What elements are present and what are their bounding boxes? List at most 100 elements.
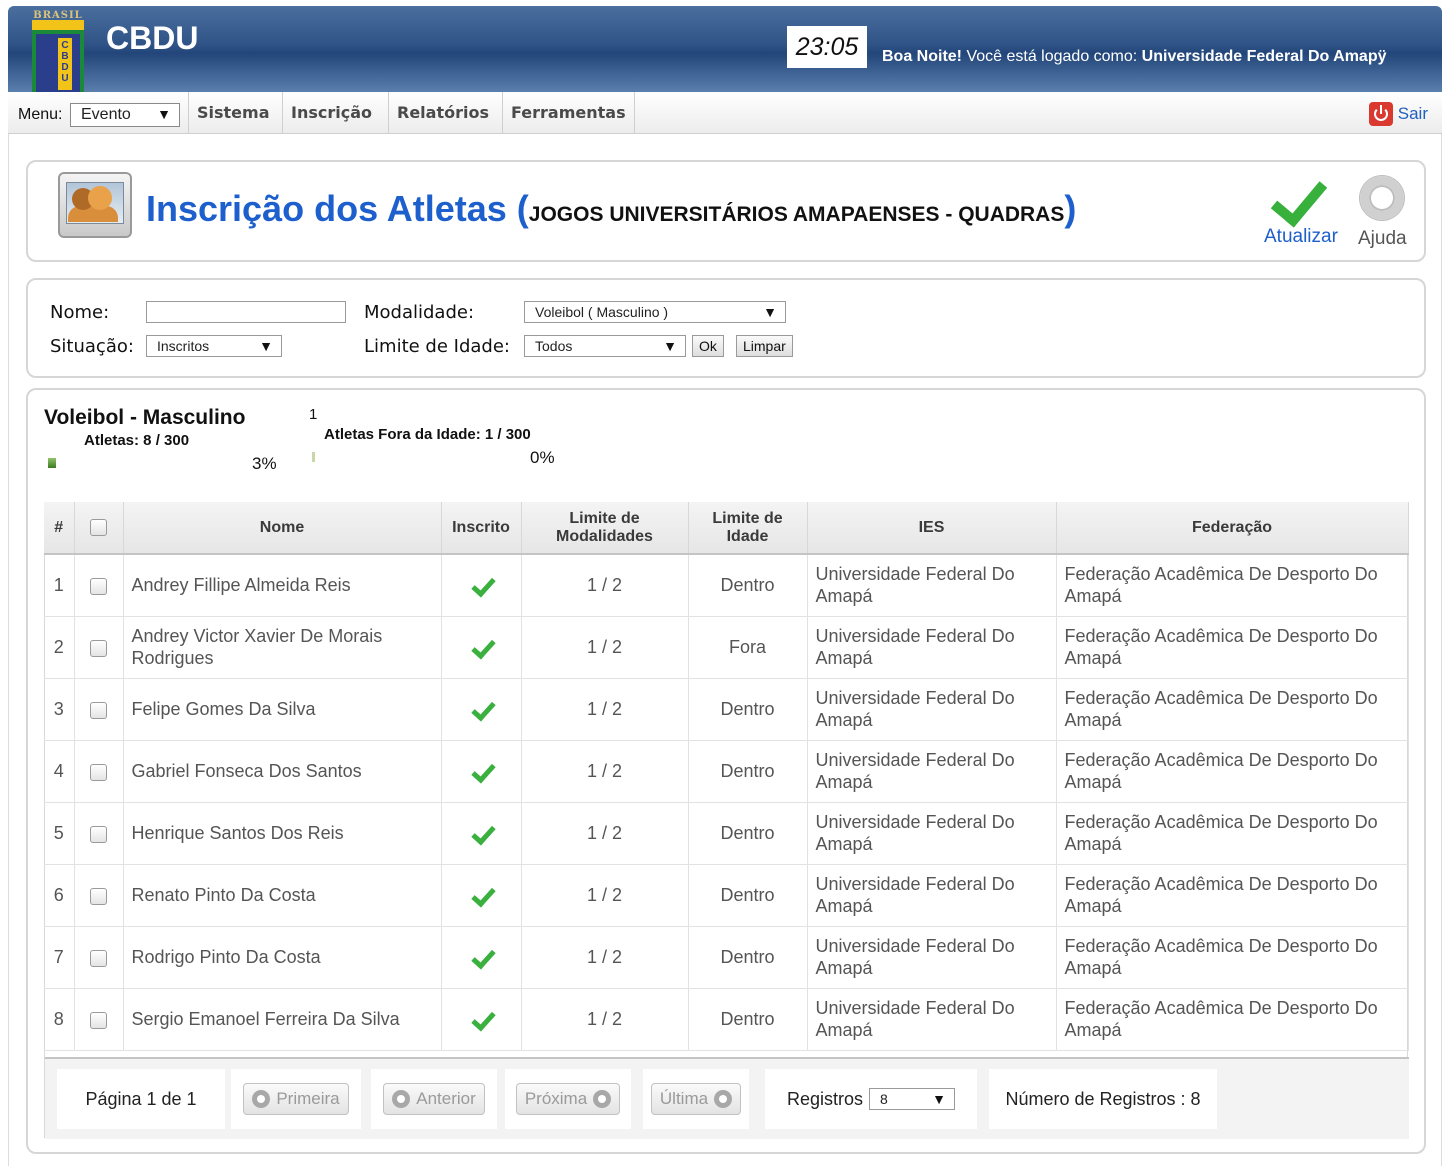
enrolled-check-icon [469,762,493,782]
table-row[interactable]: 1 Andrey Fillipe Almeida Reis 1 / 2 Dentro U… [44,554,1409,617]
menu-item-sistema[interactable]: Sistema [188,92,278,134]
records-per-page-select[interactable]: 8 ▼ [869,1088,956,1110]
menu-bar: Menu: Evento ▼ Sistema Inscrição Relatór… [8,92,1442,134]
col-modality-limit[interactable]: Limite de Modalidades [521,502,689,555]
age-limit-status: Dentro [688,988,808,1051]
modality-limit: 1 / 2 [521,864,689,927]
lifebuoy-icon [1360,176,1405,220]
ies-name: Universidade Federal Do Amapá [807,926,1057,989]
menu-select-value: Evento [81,106,131,123]
col-name[interactable]: Nome [123,502,442,555]
athletes-count: Atletas: 8 / 300 [84,432,190,449]
app-title: CBDU [106,20,199,56]
federation-name: Federação Acadêmica De Desporto Do Amapá [1056,616,1409,679]
name-input[interactable] [146,301,346,323]
row-index: 4 [44,740,75,803]
app-header: BRASIL CBDU CBDU 23:05 Boa Noite! Você e… [8,6,1442,106]
federation-name: Federação Acadêmica De Desporto Do Amapá [1056,554,1409,617]
table-row[interactable]: 7 Rodrigo Pinto Da Costa 1 / 2 Dentro Univer… [44,926,1409,989]
circle-icon [392,1090,411,1108]
col-age-limit[interactable]: Limite de Idade [688,502,808,555]
row-checkbox[interactable] [90,825,107,843]
ies-name: Universidade Federal Do Amapá [807,988,1057,1051]
row-index: 6 [44,864,75,927]
page-title: Inscrição dos Atletas (JOGOS UNIVERSITÁR… [146,188,1077,229]
row-index: 1 [44,554,75,617]
greeting-text: Você está logado como: [962,48,1142,65]
dropdown-arrow-icon: ▼ [663,338,677,354]
row-checkbox[interactable] [90,639,107,657]
col-ies[interactable]: IES [807,502,1057,555]
athletes-percent: 3% [252,454,277,473]
enrolled-check-icon [469,948,493,968]
row-checkbox[interactable] [90,701,107,719]
age-limit-select[interactable]: Todos ▼ [524,335,686,357]
row-checkbox[interactable] [90,578,107,595]
modality-limit: 1 / 2 [521,926,689,989]
federation-name: Federação Acadêmica De Desporto Do Amapá [1056,988,1409,1051]
previous-page-button[interactable]: Anterior [383,1083,485,1115]
age-limit-status: Dentro [688,802,808,865]
logo-letters: CBDU [61,40,69,84]
title-panel: Inscrição dos Atletas (JOGOS UNIVERSITÁR… [26,160,1426,262]
row-checkbox[interactable] [90,949,107,967]
col-federation[interactable]: Federação [1056,502,1409,555]
table-row[interactable]: 6 Renato Pinto Da Costa 1 / 2 Dentro Univers… [44,864,1409,927]
filter-panel: Nome: Modalidade: Voleibol ( Masculino )… [26,278,1426,378]
table-row[interactable]: 2 Andrey Victor Xavier De Morais Rodrigue… [44,616,1409,679]
menu-item-relatorios[interactable]: Relatórios [388,92,497,134]
table-row[interactable]: 8 Sergio Emanoel Ferreira Da Silva 1 / 2 De… [44,988,1409,1051]
last-page-button[interactable]: Última [650,1083,742,1115]
row-checkbox[interactable] [90,1011,107,1029]
athletes-table: # Nome Inscrito Limite de Modalidades Li… [44,502,1409,1139]
logout-button[interactable]: Sair [1368,102,1428,126]
menu-item-inscricao[interactable]: Inscrição [282,92,380,134]
federation-name: Federação Acadêmica De Desporto Do Amapá [1056,864,1409,927]
menu-item-ferramentas[interactable]: Ferramentas [502,92,635,134]
age-limit-status: Dentro [688,926,808,989]
status-select[interactable]: Inscritos ▼ [146,335,282,357]
row-checkbox[interactable] [90,763,107,781]
first-page-button[interactable]: Primeira [243,1083,349,1115]
athlete-name: Andrey Fillipe Almeida Reis [123,554,442,617]
row-index: 7 [44,926,75,989]
enrolled-check-icon [469,1010,493,1030]
page-title-main: Inscrição dos Atletas [146,188,507,229]
refresh-button[interactable]: Atualizar [1264,172,1338,248]
clear-button[interactable]: Limpar [736,335,793,357]
select-all-checkbox[interactable] [90,518,107,536]
logout-label: Sair [1397,104,1428,123]
enrolled-check-icon [469,700,493,720]
enrolled-check-icon [469,824,493,844]
federation-name: Federação Acadêmica De Desporto Do Amapá [1056,678,1409,741]
ok-button[interactable]: Ok [692,335,724,357]
table-row[interactable]: 4 Gabriel Fonseca Dos Santos 1 / 2 Dentro Un… [44,740,1409,803]
help-button[interactable]: Ajuda [1358,176,1407,250]
modality-limit: 1 / 2 [521,802,689,865]
table-row[interactable]: 5 Henrique Santos Dos Reis 1 / 2 Dentro Univ… [44,802,1409,865]
name-label: Nome: [50,302,110,323]
modality-limit: 1 / 2 [521,678,689,741]
status-label: Situação: [50,336,134,357]
age-limit-status: Dentro [688,864,808,927]
next-page-button[interactable]: Próxima [515,1083,621,1115]
col-enrolled[interactable]: Inscrito [441,502,522,555]
total-records: Número de Registros : 8 [989,1069,1217,1129]
row-checkbox[interactable] [90,887,107,905]
athletes-icon [58,172,132,238]
page-info: Página 1 de 1 [57,1069,225,1129]
modality-select[interactable]: Voleibol ( Masculino ) ▼ [524,301,786,323]
modality-limit: 1 / 2 [521,740,689,803]
out-of-age-label: Atletas Fora da Idade: 1 / 300 [324,426,531,443]
table-row[interactable]: 3 Felipe Gomes Da Silva 1 / 2 Dentro Univers… [44,678,1409,741]
menu-select[interactable]: Evento ▼ [70,103,180,127]
enrolled-check-icon [469,638,493,658]
pagination-bar: Página 1 de 1 Primeira Anterior Próxima … [45,1057,1409,1139]
power-icon [1368,102,1393,126]
modality-label: Modalidade: [364,302,475,323]
age-limit-select-value: Todos [535,338,573,354]
age-limit-status: Dentro [688,554,808,617]
col-select-all [74,502,124,555]
refresh-label: Atualizar [1264,226,1338,247]
dropdown-arrow-icon: ▼ [259,338,273,354]
